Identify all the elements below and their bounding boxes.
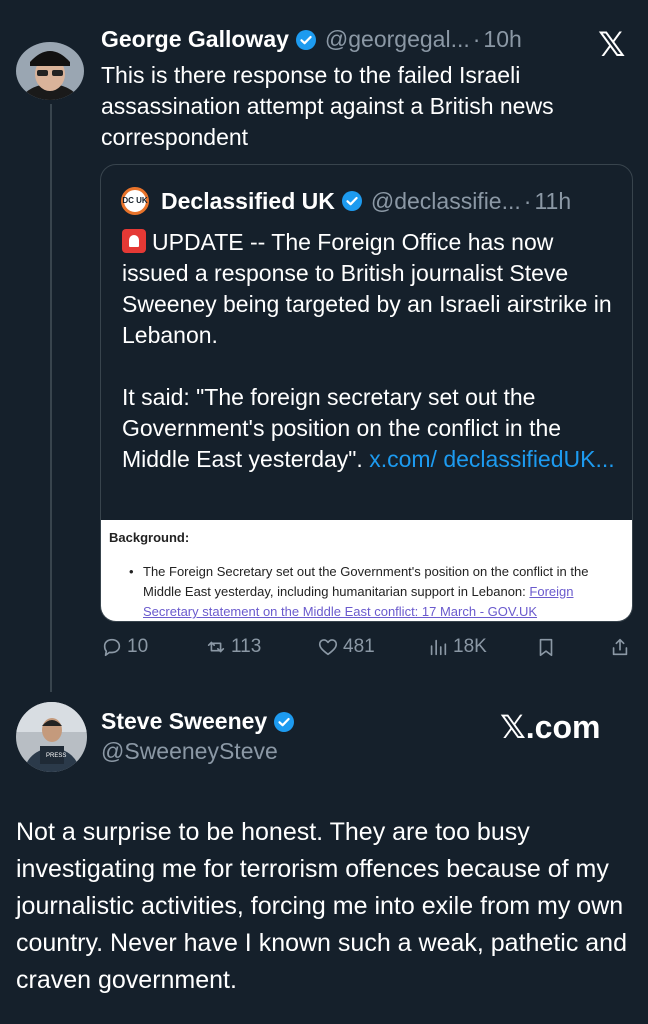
quoted-link[interactable]: x.com/ declassifiedUK... — [369, 446, 614, 472]
x-logo-icon: 𝕏 — [598, 26, 626, 64]
author-name[interactable]: Steve Sweeney — [101, 708, 267, 735]
views-button[interactable]: 18K — [427, 636, 487, 658]
like-count: 481 — [343, 636, 375, 657]
timestamp[interactable]: 10h — [483, 26, 521, 53]
quoted-tweet-card[interactable]: DC UK Declassified UK @declassifie... · … — [100, 164, 633, 622]
bookmark-icon — [539, 638, 553, 657]
image-bullet-body: The Foreign Secretary set out the Govern… — [143, 564, 589, 599]
quoted-tweet-text: UPDATE -- The Foreign Office has now iss… — [122, 227, 622, 475]
reply-icon — [103, 638, 121, 657]
tweet2-author-row: Steve Sweeney — [101, 708, 303, 735]
bookmark-button[interactable] — [535, 636, 561, 658]
quoted-text-part1: UPDATE -- The Foreign Office has now iss… — [122, 229, 612, 348]
author-handle[interactable]: @georgegal... — [325, 26, 470, 53]
tweet-text: Not a surprise to be honest. They are to… — [16, 818, 627, 994]
views-chart-icon — [430, 639, 447, 656]
repost-button[interactable]: 113 — [205, 636, 261, 658]
image-title: Background: — [109, 530, 190, 545]
separator-dot: · — [523, 187, 532, 214]
quoted-timestamp: 11h — [534, 187, 572, 214]
share-icon — [612, 638, 628, 656]
views-count: 18K — [453, 636, 487, 657]
avatar-steve-sweeney[interactable]: PRESS — [16, 702, 87, 772]
reply-button[interactable]: 10 — [101, 636, 148, 658]
repost-count: 113 — [231, 636, 262, 657]
tweet1-header: George Galloway @georgegal... · 10h — [101, 26, 591, 53]
repost-icon — [207, 641, 225, 653]
image-bullet-text: The Foreign Secretary set out the Govern… — [129, 562, 613, 621]
verified-badge-icon — [273, 711, 295, 733]
share-button[interactable] — [609, 636, 635, 658]
quoted-author-handle: @declassifie... — [370, 187, 521, 214]
thread-connector-line — [50, 104, 52, 692]
verified-badge-icon — [295, 29, 317, 51]
quoted-author-name: Declassified UK — [161, 187, 335, 214]
tweet-action-bar: 10 113 481 18K — [101, 636, 631, 664]
quoted-media-image[interactable]: Background: The Foreign Secretary set ou… — [101, 520, 632, 621]
svg-text:PRESS: PRESS — [46, 753, 66, 759]
quoted-tweet-header: DC UK Declassified UK @declassifie... · … — [121, 187, 621, 215]
x-com-watermark: 𝕏.com — [500, 709, 601, 745]
siren-emoji-icon — [122, 229, 146, 253]
separator-dot: · — [472, 26, 481, 52]
author-handle[interactable]: @SweeneySteve — [101, 738, 278, 765]
tweet-text: This is there response to the failed Isr… — [101, 62, 554, 150]
heart-icon — [318, 639, 338, 656]
like-button[interactable]: 481 — [317, 636, 375, 658]
author-name[interactable]: George Galloway — [101, 26, 289, 53]
verified-badge-icon — [341, 190, 363, 212]
reply-count: 10 — [127, 636, 149, 657]
avatar-george-galloway[interactable] — [16, 42, 84, 100]
declassified-uk-avatar: DC UK — [121, 187, 149, 215]
